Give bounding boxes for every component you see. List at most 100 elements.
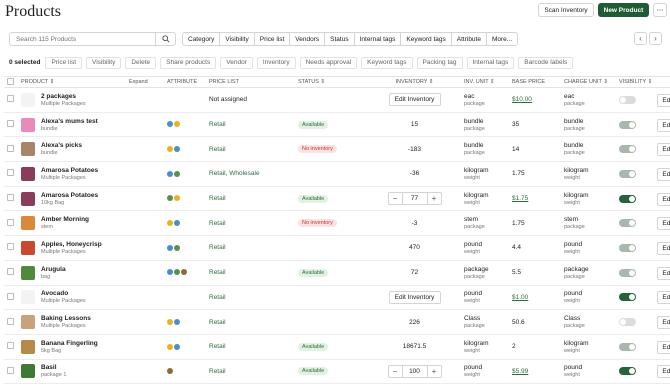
price-list-value[interactable]: Retail bbox=[209, 244, 226, 251]
row-checkbox[interactable] bbox=[7, 342, 14, 350]
base-price[interactable]: $1.75 bbox=[512, 195, 528, 202]
base-price[interactable]: $10.00 bbox=[512, 96, 532, 103]
table-row[interactable]: 2 packages Multiple Packages Not assigned… bbox=[4, 87, 670, 113]
row-checkbox[interactable] bbox=[7, 292, 14, 300]
visibility-toggle[interactable] bbox=[619, 95, 636, 104]
filter-price-list[interactable]: Price list bbox=[255, 33, 291, 45]
visibility-toggle[interactable] bbox=[619, 318, 636, 327]
bulk-price-list[interactable]: Price list bbox=[45, 56, 82, 69]
table-row[interactable]: Apples, Honeycrisp Multiple Packages Reta… bbox=[4, 235, 670, 261]
table-row[interactable]: Banana Fingerling 5kg Bag Retail Availabl… bbox=[4, 334, 670, 360]
filter-category[interactable]: Category bbox=[183, 33, 221, 45]
product-name[interactable]: Amarosa Potatoes bbox=[41, 192, 164, 199]
select-all-checkbox[interactable] bbox=[7, 77, 14, 85]
col-inventory[interactable]: INVENTORY ⇕ bbox=[365, 76, 461, 88]
col-status[interactable]: STATUS ⇕ bbox=[295, 76, 365, 88]
edit-inventory-button[interactable]: Edit Inventory bbox=[388, 93, 441, 107]
minus-icon[interactable]: − bbox=[389, 194, 402, 203]
price-list-value[interactable]: Retail bbox=[209, 319, 226, 326]
inventory-stepper[interactable]: −77 + bbox=[387, 192, 442, 206]
bulk-share-products[interactable]: Share products bbox=[160, 56, 217, 69]
bulk-needs-approval[interactable]: Needs approval bbox=[299, 56, 358, 69]
bulk-inventory[interactable]: Inventory bbox=[256, 56, 296, 69]
plus-icon[interactable]: + bbox=[428, 367, 441, 376]
edit-button[interactable]: Edit bbox=[657, 266, 670, 280]
minus-icon[interactable]: − bbox=[389, 367, 402, 376]
table-row[interactable]: Alexa's mums test bundle Retail Available… bbox=[4, 112, 670, 138]
table-row[interactable]: Baking Lessons Multiple Packages Retail 2… bbox=[4, 309, 670, 335]
table-row[interactable]: Amarosa Potatoes 10kg Bag Retail Availabl… bbox=[4, 186, 670, 212]
search-icon[interactable] bbox=[155, 33, 175, 45]
bulk-keyword-tags[interactable]: Keyword tags bbox=[361, 56, 413, 69]
product-name[interactable]: 2 packages bbox=[41, 93, 164, 100]
visibility-toggle[interactable] bbox=[619, 293, 636, 302]
visibility-toggle[interactable] bbox=[619, 145, 636, 154]
filter-attribute[interactable]: Attribute bbox=[452, 33, 487, 45]
price-list-value[interactable]: Not assigned bbox=[209, 96, 247, 103]
row-checkbox[interactable] bbox=[7, 268, 14, 276]
row-checkbox[interactable] bbox=[7, 95, 14, 103]
edit-inventory-button[interactable]: Edit Inventory bbox=[388, 290, 441, 304]
visibility-toggle[interactable] bbox=[619, 367, 636, 376]
price-list-value[interactable]: Retail bbox=[209, 368, 226, 375]
row-checkbox[interactable] bbox=[7, 317, 14, 325]
edit-button[interactable]: Edit bbox=[657, 365, 670, 379]
row-checkbox[interactable] bbox=[7, 144, 14, 152]
edit-button[interactable]: Edit bbox=[657, 217, 670, 231]
visibility-toggle[interactable] bbox=[619, 194, 636, 203]
price-list-value[interactable]: Retail bbox=[209, 220, 226, 227]
table-row[interactable]: Amarosa Potatoes Multiple Packages Retail… bbox=[4, 161, 670, 187]
bulk-delete[interactable]: Delete bbox=[125, 56, 157, 69]
table-row[interactable]: Arugula bag Retail Available 72 package pa… bbox=[4, 260, 670, 286]
bulk-packing-tag[interactable]: Packing tag bbox=[416, 56, 463, 69]
price-list-value[interactable]: Retail bbox=[209, 195, 226, 202]
price-list-value[interactable]: Retail bbox=[209, 294, 226, 301]
edit-button[interactable]: Edit bbox=[657, 316, 670, 330]
visibility-toggle[interactable] bbox=[619, 120, 636, 129]
product-name[interactable]: Amarosa Potatoes bbox=[41, 167, 164, 174]
row-checkbox[interactable] bbox=[7, 366, 14, 374]
price-list-value[interactable]: Retail bbox=[209, 269, 226, 276]
header-more-button[interactable]: ⋯ bbox=[653, 3, 667, 17]
next-page-button[interactable]: › bbox=[649, 32, 662, 45]
new-product-button[interactable]: New Product bbox=[598, 3, 649, 17]
table-row[interactable]: Basil package 1 Retail Available −100 + po… bbox=[4, 359, 670, 385]
price-list-value[interactable]: Retail bbox=[209, 343, 226, 350]
edit-button[interactable]: Edit bbox=[657, 340, 670, 354]
row-checkbox[interactable] bbox=[7, 169, 14, 177]
filter-internal-tags[interactable]: Internal tags bbox=[355, 33, 402, 45]
search-input[interactable] bbox=[10, 33, 155, 45]
base-price[interactable]: $5.99 bbox=[512, 368, 528, 375]
bulk-internal-tags[interactable]: Internal tags bbox=[466, 56, 515, 69]
bulk-barcode-labels[interactable]: Barcode labels bbox=[518, 56, 574, 69]
edit-button[interactable]: Edit bbox=[657, 192, 670, 206]
inventory-value[interactable]: 100 bbox=[401, 365, 428, 377]
row-checkbox[interactable] bbox=[7, 218, 14, 226]
filter-more[interactable]: More... bbox=[487, 33, 517, 45]
col-charge-unit[interactable]: CHARGE UNIT ⇕ bbox=[561, 76, 616, 88]
product-name[interactable]: Avocado bbox=[41, 290, 164, 297]
product-name[interactable]: Banana Fingerling bbox=[41, 340, 164, 347]
product-name[interactable]: Amber Morning bbox=[41, 216, 164, 223]
product-name[interactable]: Alexa's picks bbox=[41, 142, 164, 149]
visibility-toggle[interactable] bbox=[619, 243, 636, 252]
visibility-toggle[interactable] bbox=[619, 169, 636, 178]
col-expand[interactable]: Expand bbox=[126, 76, 164, 88]
table-row[interactable]: Avocado Multiple Packages Retail Edit Inv… bbox=[4, 285, 670, 311]
col-inv-unit[interactable]: INV. UNIT ⇕ bbox=[461, 76, 509, 88]
visibility-toggle[interactable] bbox=[619, 268, 636, 277]
inventory-value[interactable]: 77 bbox=[401, 193, 428, 205]
edit-button[interactable]: Edit bbox=[657, 291, 670, 305]
product-name[interactable]: Arugula bbox=[41, 266, 164, 273]
inventory-stepper[interactable]: −100 + bbox=[387, 364, 442, 378]
base-price[interactable]: $1.00 bbox=[512, 294, 528, 301]
filter-visibility[interactable]: Visibility bbox=[220, 33, 255, 45]
edit-button[interactable]: Edit bbox=[657, 143, 670, 157]
edit-button[interactable]: Edit bbox=[657, 93, 670, 107]
bulk-vendor[interactable]: Vendor bbox=[220, 56, 253, 69]
filter-keyword-tags[interactable]: Keyword tags bbox=[401, 33, 452, 45]
filter-vendors[interactable]: Vendors bbox=[290, 33, 326, 45]
scan-inventory-button[interactable]: Scan Inventory bbox=[538, 3, 594, 17]
table-row[interactable]: Alexa's picks bundle Retail No inventory … bbox=[4, 136, 670, 163]
price-list-value[interactable]: Retail bbox=[209, 146, 226, 153]
